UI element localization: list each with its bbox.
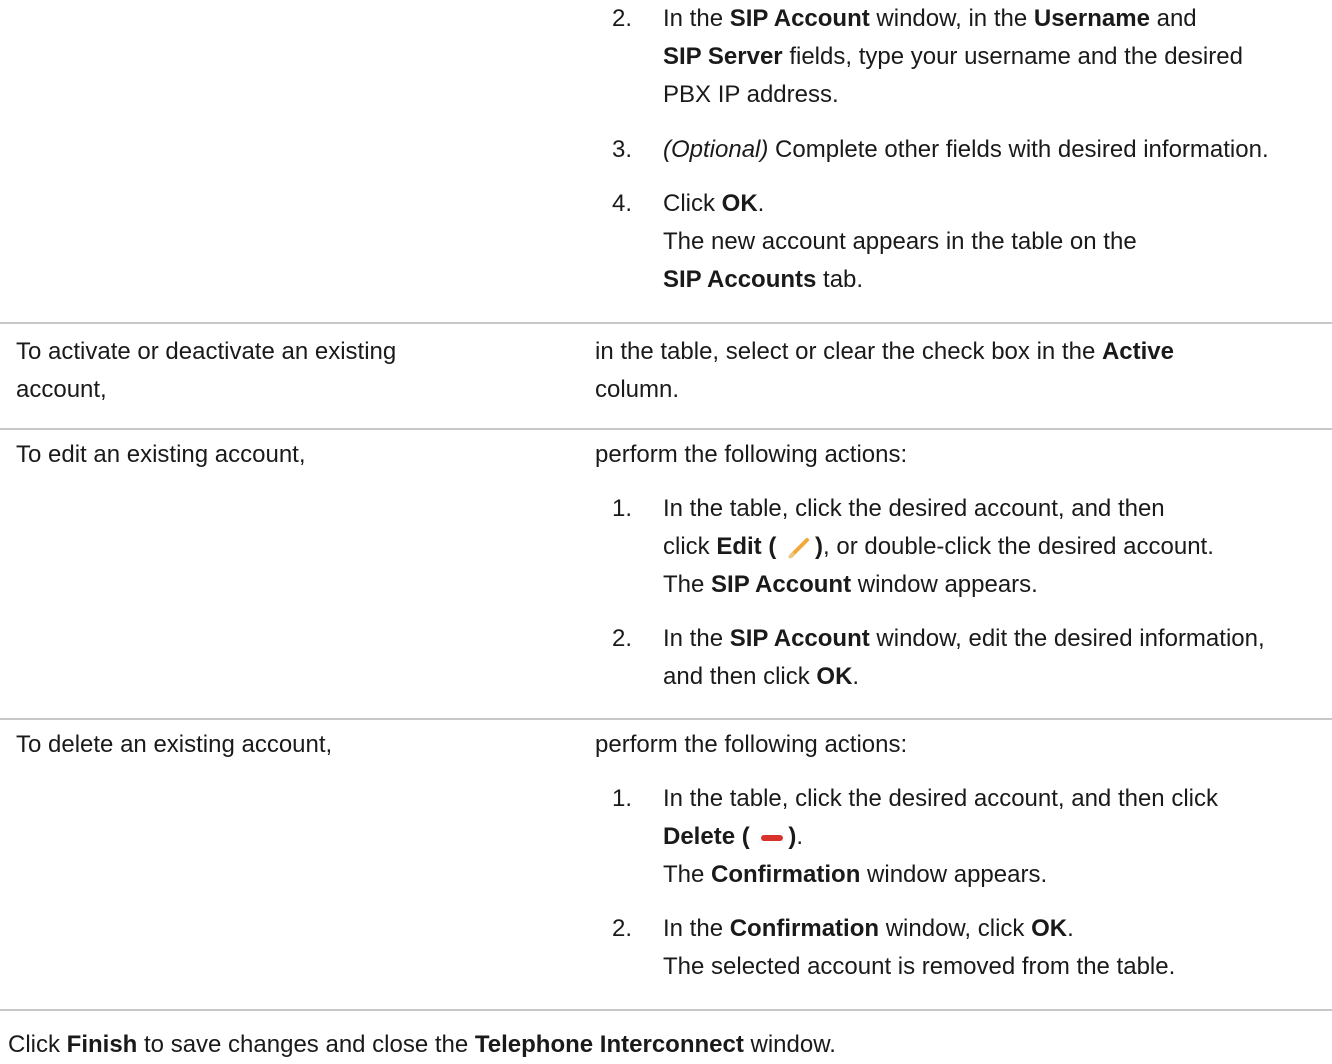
step-result: The selected account is removed from the… bbox=[663, 953, 1176, 980]
step-body: In the table, click the desired account,… bbox=[663, 490, 1332, 604]
row-action-intro: perform the following actions: bbox=[595, 731, 908, 758]
step-result: SIP Accounts tab. bbox=[663, 266, 864, 293]
step-number: 1. bbox=[612, 495, 633, 522]
row-condition: To activate or deactivate an existing ac… bbox=[16, 338, 397, 403]
top-steps-block: 2. In the SIP Account window, in the Use… bbox=[0, 0, 1332, 322]
step-number: 2. bbox=[612, 915, 633, 942]
step-body: (Optional) Complete other fields with de… bbox=[663, 131, 1332, 169]
row-action-intro: perform the following actions: bbox=[595, 441, 908, 468]
step-number: 2. bbox=[612, 5, 633, 32]
step-result: The SIP Account window appears. bbox=[663, 571, 1038, 598]
step-body: In the SIP Account window, edit the desi… bbox=[663, 625, 1265, 690]
document-page: 2. In the SIP Account window, in the Use… bbox=[0, 0, 1332, 1011]
row-condition: To edit an existing account, bbox=[16, 441, 306, 468]
footer-instruction: Click Finish to save changes and close t… bbox=[8, 1031, 836, 1058]
step-body: In the SIP Account window, in the Userna… bbox=[663, 0, 1332, 114]
step-line: PBX IP address. bbox=[663, 81, 839, 108]
step-number: 4. bbox=[612, 190, 633, 217]
step-result: The new account appears in the table on … bbox=[663, 228, 1137, 255]
step-number: 1. bbox=[612, 785, 633, 812]
step-number: 2. bbox=[612, 625, 633, 652]
step-line: (Optional) Complete other fields with de… bbox=[663, 136, 1269, 163]
table-row-edit: To edit an existing account, perform the… bbox=[0, 428, 1332, 718]
table-row-activate: To activate or deactivate an existing ac… bbox=[0, 322, 1332, 428]
row-condition: To delete an existing account, bbox=[16, 731, 333, 758]
table-row-delete: To delete an existing account, perform t… bbox=[0, 718, 1332, 1009]
step-line: In the SIP Account window, in the Userna… bbox=[663, 5, 1197, 32]
row-action: in the table, select or clear the check … bbox=[595, 338, 1174, 403]
pencil-icon bbox=[785, 534, 813, 562]
step-line: SIP Server fields, type your username an… bbox=[663, 43, 1243, 70]
step-body: Click OK. The new account appears in the… bbox=[663, 185, 1332, 299]
step-number: 3. bbox=[612, 136, 633, 163]
step-body: In the table, click the desired account,… bbox=[663, 780, 1332, 894]
table-bottom-border bbox=[0, 1009, 1332, 1011]
step-body: In the Confirmation window, click OK. Th… bbox=[663, 910, 1332, 986]
step-result: The Confirmation window appears. bbox=[663, 861, 1048, 888]
minus-icon bbox=[758, 824, 786, 852]
step-line: Click OK. bbox=[663, 190, 765, 217]
